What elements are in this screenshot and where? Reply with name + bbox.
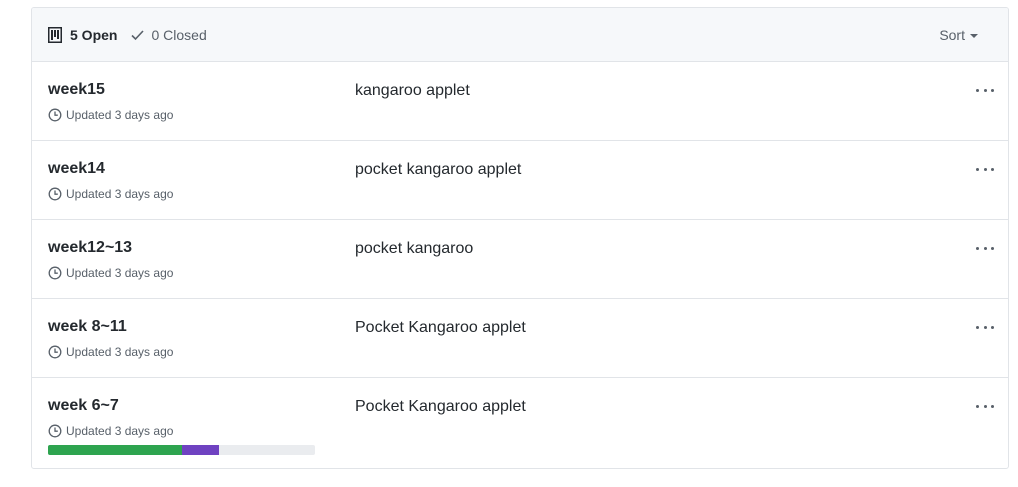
progress-done-segment	[48, 445, 182, 455]
closed-count-label: 0 Closed	[151, 26, 207, 43]
updated-label: Updated 3 days ago	[66, 266, 174, 280]
project-description: pocket kangaroo	[355, 240, 474, 257]
project-description: pocket kangaroo applet	[355, 161, 522, 178]
updated-timestamp: Updated 3 days ago	[48, 187, 173, 201]
project-name-link[interactable]: week14	[48, 160, 105, 178]
progress-in-progress-segment	[181, 445, 219, 455]
project-description: kangaroo applet	[355, 82, 470, 99]
updated-timestamp: Updated 3 days ago	[48, 345, 173, 359]
more-options-icon[interactable]	[976, 240, 994, 256]
check-icon	[131, 29, 145, 40]
clock-icon	[48, 424, 62, 438]
project-row: week 6~7 Updated 3 days ago Pocket Kangaro…	[32, 378, 1008, 457]
project-name-link[interactable]: week 8~11	[48, 318, 127, 336]
caret-down-icon	[970, 34, 978, 38]
clock-icon	[48, 345, 62, 359]
clock-icon	[48, 266, 62, 280]
updated-timestamp: Updated 3 days ago	[48, 108, 173, 122]
more-options-icon[interactable]	[976, 161, 994, 177]
project-description: Pocket Kangaroo applet	[355, 319, 526, 336]
sort-dropdown[interactable]: Sort	[939, 8, 978, 62]
project-row: week14 Updated 3 days ago pocket kangaroo …	[32, 141, 1008, 220]
clock-icon	[48, 187, 62, 201]
updated-label: Updated 3 days ago	[66, 345, 174, 359]
closed-projects-tab[interactable]: 0 Closed	[131, 26, 207, 43]
updated-timestamp: Updated 3 days ago	[48, 424, 173, 438]
more-options-icon[interactable]	[976, 398, 994, 414]
more-options-icon[interactable]	[976, 319, 994, 335]
clock-icon	[48, 108, 62, 122]
project-row: week15 Updated 3 days ago kangaroo applet	[32, 62, 1008, 141]
projects-list: 5 Open 0 Closed Sort week15 Updated 3 day…	[31, 7, 1009, 469]
project-name-link[interactable]: week12~13	[48, 239, 132, 257]
project-name-link[interactable]: week 6~7	[48, 397, 119, 415]
projects-header: 5 Open 0 Closed Sort	[32, 8, 1008, 62]
updated-label: Updated 3 days ago	[66, 187, 174, 201]
project-name-link[interactable]: week15	[48, 81, 105, 99]
sort-label: Sort	[939, 27, 965, 43]
updated-timestamp: Updated 3 days ago	[48, 266, 173, 280]
project-row: week12~13 Updated 3 days ago pocket kangar…	[32, 220, 1008, 299]
updated-label: Updated 3 days ago	[66, 424, 174, 438]
open-projects-tab[interactable]: 5 Open	[48, 26, 118, 43]
more-options-icon[interactable]	[976, 82, 994, 98]
updated-label: Updated 3 days ago	[66, 108, 174, 122]
open-count-label: 5 Open	[70, 26, 118, 43]
project-row: week 8~11 Updated 3 days ago Pocket Kangar…	[32, 299, 1008, 378]
project-board-icon	[48, 26, 62, 43]
project-description: Pocket Kangaroo applet	[355, 398, 526, 415]
project-progress-bar	[48, 445, 315, 455]
